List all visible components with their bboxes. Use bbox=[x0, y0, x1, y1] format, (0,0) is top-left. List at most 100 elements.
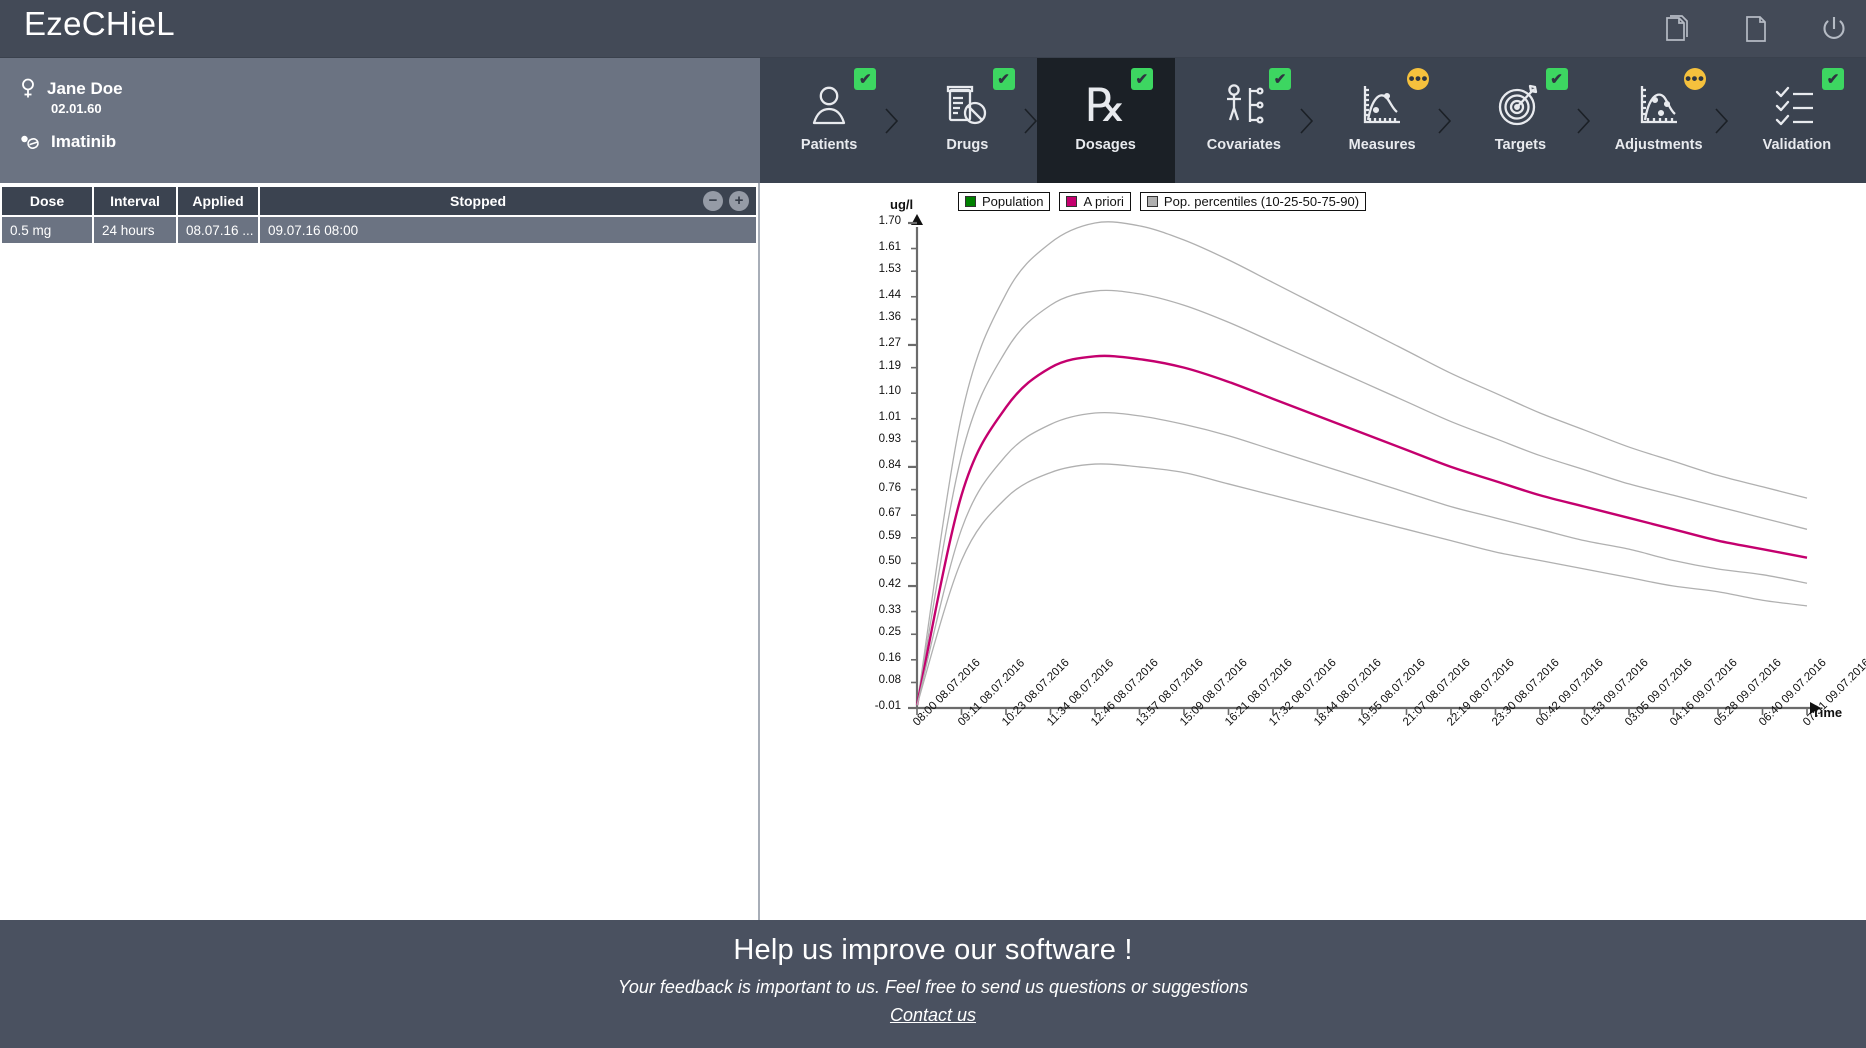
tab-validation[interactable]: ✔ Validation bbox=[1727, 58, 1866, 183]
tab-chevron-icon bbox=[1300, 107, 1314, 134]
y-tick-label: 0.25 bbox=[878, 626, 901, 639]
series-percentile bbox=[916, 221, 1808, 706]
tab-chevron-icon bbox=[885, 107, 899, 134]
tab-label: Adjustments bbox=[1614, 137, 1703, 153]
target-icon bbox=[1490, 80, 1550, 132]
tab-adjustments[interactable]: ••• Adjustments bbox=[1589, 58, 1729, 183]
cell-stopped: 09.07.16 08:00 bbox=[268, 222, 359, 238]
y-tick-label: 1.27 bbox=[878, 336, 901, 349]
patient-drug-row: Imatinib bbox=[20, 132, 116, 152]
tab-label: Dosages bbox=[1075, 137, 1136, 153]
workflow-tabs: ✔ Patients ✔ Drugs ✔ ℞ Dosages ✔ Covariates ••• Me… bbox=[760, 58, 1866, 183]
tab-chevron-icon bbox=[1162, 107, 1176, 134]
tab-targets[interactable]: ✔ Targets bbox=[1451, 58, 1591, 183]
series-a-priori bbox=[915, 354, 1808, 706]
female-symbol-icon bbox=[22, 78, 34, 98]
column-header-interval[interactable]: Interval bbox=[94, 187, 178, 215]
app-brand: EzeCHieL bbox=[24, 5, 175, 42]
pills-icon bbox=[21, 135, 39, 149]
dosage-table-body: 0.5 mg 24 hours 08.07.16 ... 09.07.16 08:00 bbox=[2, 217, 756, 243]
rx-icon: ℞ bbox=[1085, 80, 1127, 131]
y-tick-label: 1.61 bbox=[878, 240, 901, 253]
status-pending-icon: ••• bbox=[1683, 68, 1706, 90]
chart-axes bbox=[915, 227, 1811, 710]
remove-dosage-button[interactable]: − bbox=[703, 191, 723, 211]
series-percentile bbox=[916, 289, 1808, 706]
patient-birthdate: 02.01.60 bbox=[51, 101, 102, 116]
y-tick-label: 0.67 bbox=[878, 507, 901, 520]
status-check-icon: ✔ bbox=[992, 68, 1015, 90]
patient-drug: Imatinib bbox=[51, 132, 117, 151]
status-check-icon: ✔ bbox=[1822, 68, 1844, 90]
x-axis-title: Time bbox=[1812, 705, 1843, 720]
footer-title: Help us improve our software ! bbox=[733, 934, 1133, 966]
status-check-icon: ✔ bbox=[1269, 68, 1291, 90]
column-header-stopped[interactable]: Stopped bbox=[260, 187, 696, 215]
y-tick-label: 0.33 bbox=[878, 603, 901, 616]
document-icon[interactable] bbox=[1739, 13, 1771, 45]
y-tick-label: 0.50 bbox=[878, 555, 901, 568]
tab-measures[interactable]: ••• Measures bbox=[1313, 58, 1452, 183]
contact-us-link[interactable]: Contact us bbox=[890, 998, 976, 1026]
patient-summary-panel: Jane Doe 02.01.60 Imatinib bbox=[0, 58, 760, 183]
y-tick-label: 1.70 bbox=[878, 215, 901, 227]
feedback-footer: Help us improve our software ! Your feed… bbox=[0, 920, 1866, 1048]
y-tick-label: 1.36 bbox=[878, 311, 901, 324]
tab-label: Measures bbox=[1348, 137, 1416, 153]
cell-dose: 0.5 mg bbox=[2, 217, 94, 243]
table-row[interactable]: 0.5 mg 24 hours 08.07.16 ... 09.07.16 08:00 bbox=[2, 217, 756, 243]
tab-label: Validation bbox=[1762, 137, 1832, 153]
status-check-icon: ✔ bbox=[1545, 68, 1568, 90]
y-tick-label: 0.59 bbox=[878, 529, 901, 542]
y-tick-label: 0.42 bbox=[878, 578, 901, 591]
add-dosage-button[interactable]: + bbox=[729, 191, 749, 211]
tab-label: Targets bbox=[1494, 137, 1547, 153]
column-header-dose[interactable]: Dose bbox=[2, 187, 94, 215]
tab-dosages[interactable]: ✔ ℞ Dosages bbox=[1036, 58, 1176, 183]
series-percentile bbox=[916, 411, 1808, 706]
power-icon[interactable] bbox=[1818, 13, 1850, 45]
patient-name: Jane Doe bbox=[47, 79, 123, 98]
copy-document-icon[interactable] bbox=[1660, 13, 1692, 45]
title-bar: EzeCHieL bbox=[0, 0, 1866, 58]
titlebar-actions bbox=[1660, 0, 1850, 58]
status-check-icon: ✔ bbox=[854, 68, 877, 90]
tab-label: Drugs bbox=[946, 137, 989, 153]
tab-label: Covariates bbox=[1206, 137, 1281, 153]
patient-name-row: Jane Doe bbox=[20, 78, 123, 100]
dosage-table: Dose Interval Applied Stopped − + 0.5 mg… bbox=[2, 187, 756, 243]
dosages-pane: Dose Interval Applied Stopped − + 0.5 mg… bbox=[0, 183, 760, 1048]
status-check-icon: ✔ bbox=[1130, 68, 1153, 90]
y-tick-label: -0.01 bbox=[874, 700, 901, 712]
y-tick-label: 0.16 bbox=[878, 651, 901, 664]
measure-plot-icon bbox=[1352, 80, 1412, 132]
tab-label: Patients bbox=[800, 137, 858, 153]
dosage-table-header: Dose Interval Applied Stopped − + bbox=[2, 187, 756, 215]
y-tick-label: 1.19 bbox=[878, 359, 901, 372]
y-tick-label: 1.01 bbox=[878, 410, 901, 423]
cell-interval: 24 hours bbox=[94, 217, 178, 243]
footer-subtitle: Your feedback is important to us. Feel f… bbox=[617, 977, 1249, 997]
y-tick-label: 1.44 bbox=[878, 288, 901, 301]
body-nodes-icon bbox=[1214, 80, 1274, 132]
tab-chevron-icon bbox=[1715, 107, 1729, 134]
adjust-plot-icon bbox=[1629, 80, 1689, 132]
concentration-chart: Population A priori Pop. percentiles (10-2… bbox=[762, 183, 1866, 920]
column-header-applied[interactable]: Applied bbox=[178, 187, 260, 215]
status-pending-icon: ••• bbox=[1407, 68, 1430, 90]
dosage-table-actions: − + bbox=[696, 187, 756, 215]
tab-covariates[interactable]: ✔ Covariates bbox=[1174, 58, 1314, 183]
y-tick-label: 1.53 bbox=[878, 263, 901, 276]
cell-applied: 08.07.16 ... bbox=[178, 217, 260, 243]
tab-chevron-icon bbox=[1576, 107, 1591, 134]
tab-chevron-icon bbox=[1438, 107, 1452, 134]
y-tick-label: 0.84 bbox=[878, 458, 901, 471]
y-tick-label: 1.10 bbox=[878, 385, 901, 398]
chart-plot-area bbox=[908, 214, 1821, 715]
tab-patients[interactable]: ✔ Patients bbox=[760, 58, 899, 183]
application-window: EzeCHieL Jane Doe 02.01.60 Imatinib ✔ Pa… bbox=[0, 0, 1866, 1048]
tab-drugs[interactable]: ✔ Drugs bbox=[898, 58, 1038, 183]
tab-chevron-icon bbox=[1023, 107, 1038, 134]
checklist-icon bbox=[1767, 80, 1827, 132]
y-tick-label: 0.08 bbox=[878, 674, 901, 687]
